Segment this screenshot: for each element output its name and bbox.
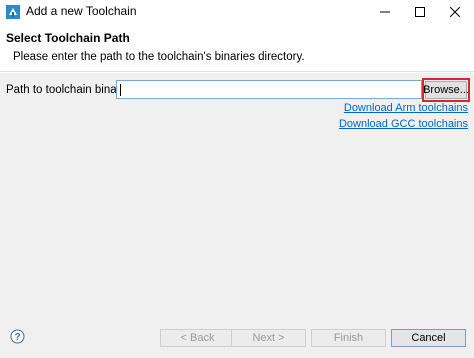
minimize-icon (380, 11, 390, 13)
browse-highlight: Browse... (422, 78, 470, 102)
wizard-footer: ? < Back Next > Finish Cancel (0, 317, 474, 358)
download-arm-link[interactable]: Download Arm toolchains (344, 102, 468, 114)
text-caret (120, 84, 121, 96)
help-icon[interactable]: ? (10, 329, 25, 344)
page-title: Select Toolchain Path (6, 31, 130, 45)
close-icon (450, 7, 460, 17)
path-input[interactable] (116, 80, 422, 99)
wizard-header: Select Toolchain Path Please enter the p… (0, 24, 474, 72)
window-title: Add a new Toolchain (26, 4, 137, 18)
toolchain-app-icon (6, 5, 20, 19)
title-bar: Add a new Toolchain (0, 0, 474, 24)
browse-button[interactable]: Browse... (423, 81, 469, 99)
download-gcc-link[interactable]: Download GCC toolchains (339, 118, 468, 130)
next-button[interactable]: Next > (231, 329, 306, 347)
minimize-button[interactable] (368, 0, 402, 24)
cancel-button[interactable]: Cancel (391, 329, 466, 347)
close-button[interactable] (438, 0, 472, 24)
maximize-icon (415, 7, 425, 17)
wizard-content: Path to toolchain binaries: Browse... Do… (0, 73, 474, 317)
page-description: Please enter the path to the toolchain's… (13, 51, 305, 63)
finish-button[interactable]: Finish (311, 329, 386, 347)
svg-text:?: ? (14, 332, 20, 343)
back-button[interactable]: < Back (160, 329, 235, 347)
maximize-button[interactable] (403, 0, 437, 24)
